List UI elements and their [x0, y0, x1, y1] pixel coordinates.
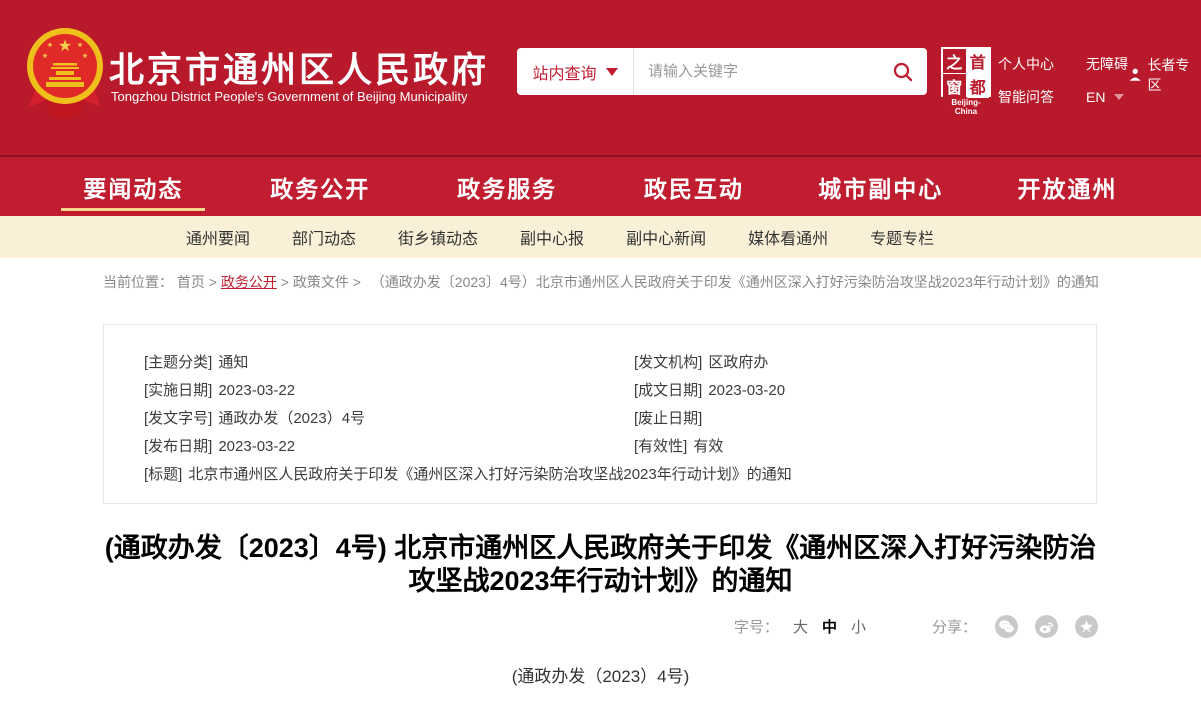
article-toolbar: 字号： 大 中 小 分享：: [0, 615, 1098, 638]
article-title: (通政办发〔2023〕4号) 北京市通州区人民政府关于印发《通州区深入打好污染防…: [93, 532, 1108, 598]
meta-label: [发文机构]: [634, 354, 702, 371]
person-icon: [1129, 68, 1141, 82]
font-size-large-button[interactable]: 大: [793, 616, 808, 637]
site-subtitle: Tongzhou District People's Government of…: [111, 89, 468, 104]
font-size-medium-button[interactable]: 中: [822, 616, 837, 637]
svg-text:★: ★: [82, 52, 88, 60]
breadcrumb-separator: >: [209, 274, 217, 290]
header-quick-links: 个人中心 无障碍 智能问答 EN: [998, 54, 1128, 120]
seal-char: 之: [943, 49, 966, 73]
share-wechat-button[interactable]: [995, 615, 1018, 638]
meta-value: 通政办发（2023）4号: [218, 410, 365, 427]
seal-char: 窗: [943, 74, 966, 98]
breadcrumb: 当前位置： 首页 > 政务公开 > 政策文件 > （通政办发〔2023〕4号）北…: [103, 272, 1201, 292]
sub-nav: 通州要闻 部门动态 街乡镇动态 副中心报 副中心新闻 媒体看通州 专题专栏: [0, 216, 1201, 258]
document-meta-box: [主题分类] 通知 [发文机构] 区政府办 [实施日期] 2023-03-22 [成文…: [103, 324, 1097, 504]
breadcrumb-home-link[interactable]: 首页: [177, 274, 205, 290]
svg-text:★: ★: [58, 38, 72, 55]
share-label: 分享：: [932, 616, 977, 637]
meta-label: [废止日期]: [634, 410, 702, 427]
share-weibo-button[interactable]: [1035, 615, 1058, 638]
breadcrumb-policy-files-link[interactable]: 政策文件: [293, 274, 349, 290]
nav-item-news[interactable]: 要闻动态: [40, 157, 227, 216]
svg-text:★: ★: [47, 41, 53, 49]
qzone-star-icon: [1079, 620, 1094, 634]
font-size-small-button[interactable]: 小: [851, 616, 866, 637]
breadcrumb-current-page: （通政办发〔2023〕4号）北京市通州区人民政府关于印发《通州区深入打好污染防治…: [371, 274, 1099, 290]
meta-repeal-date: [废止日期]: [634, 407, 1066, 428]
personal-center-link[interactable]: 个人中心: [998, 54, 1060, 74]
search-scope-dropdown[interactable]: 站内查询: [517, 48, 633, 95]
subnav-item-media-view[interactable]: 媒体看通州: [748, 225, 828, 249]
site-title: 北京市通州区人民政府: [109, 42, 489, 93]
meta-label: [成文日期]: [634, 382, 702, 399]
breadcrumb-separator: >: [281, 274, 289, 290]
meta-topic: [主题分类] 通知: [144, 351, 634, 372]
search-scope-label: 站内查询: [532, 60, 596, 84]
search-button[interactable]: [879, 48, 927, 95]
meta-publish-date: [发布日期] 2023-03-22: [144, 435, 634, 456]
subnav-item-department-news[interactable]: 部门动态: [292, 225, 356, 249]
meta-value: 通知: [218, 354, 248, 371]
nav-item-gov-services[interactable]: 政务服务: [414, 157, 601, 216]
meta-title: [标题] 北京市通州区人民政府关于印发《通州区深入打好污染防治攻坚战2023年行动…: [144, 463, 1066, 484]
meta-label: [标题]: [144, 466, 182, 483]
national-emblem-logo: ★ ★ ★ ★ ★: [26, 25, 104, 123]
svg-text:★: ★: [42, 52, 48, 60]
breadcrumb-label: 当前位置：: [103, 274, 173, 290]
smart-qa-link[interactable]: 智能问答: [998, 87, 1060, 107]
subnav-item-tongzhou-news[interactable]: 通州要闻: [186, 225, 250, 249]
meta-label: [实施日期]: [144, 382, 212, 399]
capital-window-seal[interactable]: 之 首 窗 都 Beijing-China: [941, 47, 991, 116]
font-size-label: 字号：: [734, 616, 779, 637]
subnav-item-special-topics[interactable]: 专题专栏: [870, 225, 934, 249]
meta-label: [有效性]: [634, 438, 687, 455]
meta-value: 有效: [693, 438, 723, 455]
search-input[interactable]: [634, 48, 879, 95]
seal-caption: Beijing-China: [941, 98, 991, 116]
meta-value: 2023-03-22: [218, 438, 295, 455]
language-switcher[interactable]: EN: [1086, 87, 1124, 107]
meta-doc-number: [发文字号] 通政办发（2023）4号: [144, 407, 634, 428]
nav-item-subcenter[interactable]: 城市副中心: [787, 157, 974, 216]
chevron-down-icon: [1114, 94, 1124, 100]
breadcrumb-gov-info-link[interactable]: 政务公开: [221, 274, 277, 290]
meta-validity: [有效性] 有效: [634, 435, 1066, 456]
meta-written-date: [成文日期] 2023-03-20: [634, 379, 1066, 400]
magnifier-icon: [892, 61, 914, 83]
meta-label: [主题分类]: [144, 354, 212, 371]
senior-zone-label: 长者专区: [1147, 55, 1201, 95]
subnav-item-subcenter-paper[interactable]: 副中心报: [520, 225, 584, 249]
meta-value: 2023-03-20: [708, 382, 785, 399]
wechat-icon: [999, 620, 1014, 633]
seal-char: 都: [967, 74, 990, 98]
chevron-down-icon: [606, 68, 618, 76]
main-nav: 要闻动态 政务公开 政务服务 政民互动 城市副中心 开放通州: [0, 155, 1201, 216]
accessibility-link[interactable]: 无障碍: [1086, 54, 1128, 74]
search-box: 站内查询: [517, 48, 927, 95]
senior-zone-link[interactable]: 长者专区: [1129, 55, 1201, 95]
language-label: EN: [1086, 89, 1105, 105]
meta-label: [发文字号]: [144, 410, 212, 427]
site-header: ★ ★ ★ ★ ★ 北京市通州区人民政府 Tongzhou District P…: [0, 0, 1201, 155]
seal-char: 首: [967, 49, 990, 73]
svg-text:★: ★: [77, 41, 83, 49]
subnav-item-subcenter-news[interactable]: 副中心新闻: [626, 225, 706, 249]
nav-item-interaction[interactable]: 政民互动: [600, 157, 787, 216]
meta-value: 区政府办: [708, 354, 768, 371]
document-number-line: (通政办发（2023）4号): [0, 662, 1201, 687]
share-qzone-button[interactable]: [1075, 615, 1098, 638]
nav-item-open-tongzhou[interactable]: 开放通州: [974, 157, 1161, 216]
breadcrumb-separator: >: [353, 274, 361, 290]
subnav-item-township-news[interactable]: 街乡镇动态: [398, 225, 478, 249]
meta-label: [发布日期]: [144, 438, 212, 455]
seal-grid: 之 首 窗 都: [941, 47, 991, 97]
meta-implementation-date: [实施日期] 2023-03-22: [144, 379, 634, 400]
weibo-icon: [1039, 620, 1054, 634]
meta-value: 北京市通州区人民政府关于印发《通州区深入打好污染防治攻坚战2023年行动计划》的…: [188, 466, 791, 483]
nav-item-gov-info[interactable]: 政务公开: [227, 157, 414, 216]
meta-issuing-agency: [发文机构] 区政府办: [634, 351, 1066, 372]
meta-value: 2023-03-22: [218, 382, 295, 399]
